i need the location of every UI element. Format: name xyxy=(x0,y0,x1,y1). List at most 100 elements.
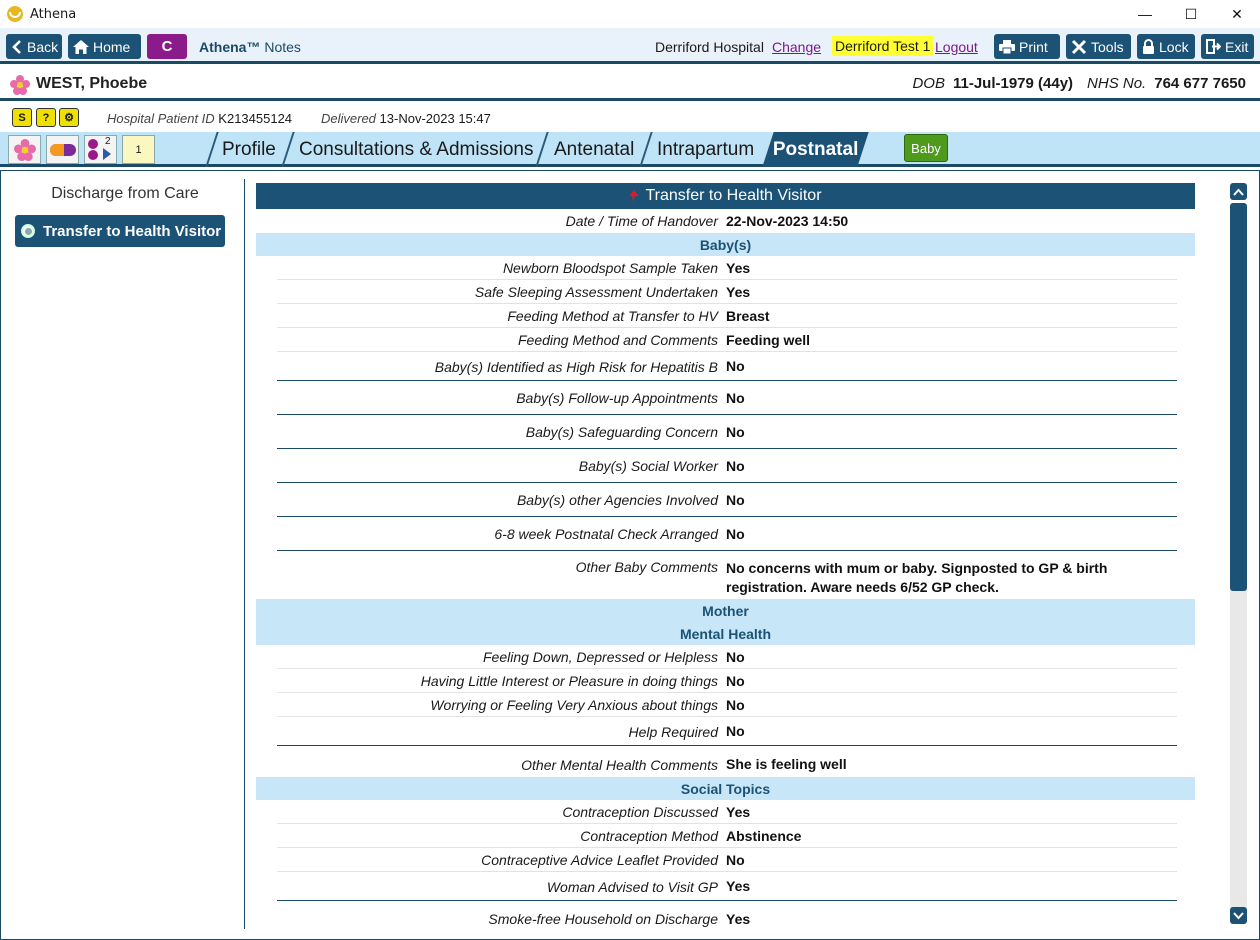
field-value: Yes xyxy=(726,283,751,300)
help-icon[interactable]: ? xyxy=(36,108,56,127)
tab-divider xyxy=(639,132,653,167)
tab-intrapartum[interactable]: Intrapartum xyxy=(657,132,754,167)
field-value: No xyxy=(726,696,745,713)
notes-icon: 1 xyxy=(135,143,142,156)
field-row: Feeling Down, Depressed or Helpless No xyxy=(256,645,1195,669)
scroll-up-button[interactable] xyxy=(1230,183,1247,200)
tab-divider xyxy=(281,132,295,167)
field-row: Contraception Method Abstinence xyxy=(256,824,1195,848)
athena-logo-icon xyxy=(7,6,23,22)
exit-button[interactable]: Exit xyxy=(1201,34,1254,59)
pregnancy-button[interactable]: 2 xyxy=(84,135,117,164)
lock-label: Lock xyxy=(1159,38,1189,55)
field-row: Contraceptive Advice Leaflet Provided No xyxy=(256,848,1195,872)
field-label: Other Baby Comments xyxy=(575,559,718,575)
field-value: Yes xyxy=(726,803,751,820)
tab-consultations-admissions[interactable]: Consultations & Admissions xyxy=(299,132,533,167)
home-button[interactable]: Home xyxy=(68,34,141,59)
window-titlebar: Athena — ☐ ✕ xyxy=(0,0,1260,28)
section-mental-health: Mental Health xyxy=(256,622,1195,645)
field-row: Newborn Bloodspot Sample Taken Yes xyxy=(256,256,1195,280)
chevron-down-icon xyxy=(1233,911,1244,919)
notes-button[interactable]: 1 xyxy=(122,135,155,164)
field-value: No xyxy=(726,389,745,406)
tools-button[interactable]: Tools xyxy=(1066,34,1131,59)
medication-button[interactable] xyxy=(46,135,79,164)
field-row: Safe Sleeping Assessment Undertaken Yes xyxy=(256,280,1195,304)
main-body: Discharge from Care Transfer to Health V… xyxy=(0,170,1260,940)
field-row: Smoke-free Household on Discharge Yes xyxy=(256,901,1195,931)
field-label: Safe Sleeping Assessment Undertaken xyxy=(474,284,718,300)
field-row: Baby(s) Identified as High Risk for Hepa… xyxy=(256,352,1195,381)
logout-link[interactable]: Logout xyxy=(935,39,978,55)
field-value: No xyxy=(726,358,745,374)
tab-postnatal-label: Postnatal xyxy=(772,138,859,160)
lock-button[interactable]: Lock xyxy=(1137,34,1195,59)
tab-profile[interactable]: Profile xyxy=(222,132,276,167)
field-row: 6-8 week Postnatal Check Arranged No xyxy=(256,517,1195,551)
baby-button[interactable]: Baby xyxy=(904,134,948,162)
section-social-topics: Social Topics xyxy=(256,777,1195,800)
nhs-value: 764 677 7650 xyxy=(1154,75,1246,92)
field-value: Yes xyxy=(726,878,751,894)
field-label: Having Little Interest or Pleasure in do… xyxy=(420,673,718,689)
delivered-info: Delivered 13-Nov-2023 15:47 xyxy=(321,111,491,126)
field-row: Other Mental Health Comments She is feeli… xyxy=(256,746,1195,777)
field-value: Yes xyxy=(726,259,751,276)
hospital-id: Hospital Patient ID K213455124 xyxy=(107,111,292,126)
tabs-row: 2 1 Profile Consultations & Admissions A… xyxy=(0,132,1260,167)
back-label: Back xyxy=(27,38,59,55)
print-button[interactable]: Print xyxy=(994,34,1060,59)
field-row: Feeding Method and Comments Feeding well xyxy=(256,328,1195,352)
window-controls: — ☐ ✕ xyxy=(1122,0,1260,28)
sidebar-item-transfer-to-health-visitor[interactable]: Transfer to Health Visitor xyxy=(15,215,225,247)
printer-icon xyxy=(999,39,1015,54)
field-label: Date / Time of Handover xyxy=(565,213,718,229)
tab-antenatal[interactable]: Antenatal xyxy=(554,132,634,167)
pin-icon xyxy=(629,190,640,202)
patient-identifiers: DOB 11-Jul-1979 (44y) NHS No. 764 677 76… xyxy=(912,75,1252,92)
form-header: Transfer to Health Visitor xyxy=(256,183,1195,209)
field-label: Newborn Bloodspot Sample Taken xyxy=(502,260,718,276)
pill-icon xyxy=(49,143,76,156)
scroll-thumb[interactable] xyxy=(1230,203,1247,591)
section-mother: Mother xyxy=(256,599,1195,622)
field-value: Abstinence xyxy=(726,827,802,844)
current-user: Derriford Test 1 xyxy=(832,36,934,56)
field-value: Breast xyxy=(726,307,770,324)
field-row: Woman Advised to Visit GP Yes xyxy=(256,872,1195,901)
dob-value: 11-Jul-1979 (44y) xyxy=(952,75,1074,92)
field-value: No xyxy=(726,491,745,508)
field-value: No xyxy=(726,457,745,474)
flower-button[interactable] xyxy=(8,135,41,164)
hospital-id-label: Hospital Patient ID xyxy=(107,111,215,126)
field-value: No xyxy=(726,648,745,665)
settings-icon[interactable]: ⚙ xyxy=(59,108,79,127)
vertical-scrollbar[interactable] xyxy=(1229,183,1247,928)
alert-s-icon[interactable]: S xyxy=(12,108,32,127)
c-button[interactable]: C xyxy=(147,34,187,59)
field-label: Baby(s) Follow-up Appointments xyxy=(516,390,718,406)
field-label: Woman Advised to Visit GP xyxy=(546,878,718,895)
field-row: Baby(s) other Agencies Involved No xyxy=(256,483,1195,517)
back-button[interactable]: Back xyxy=(6,34,62,59)
form-content: Transfer to Health Visitor Date / Time o… xyxy=(256,183,1195,939)
scroll-down-button[interactable] xyxy=(1230,907,1247,924)
field-row: Feeding Method at Transfer to HV Breast xyxy=(256,304,1195,328)
patient-name: WEST, Phoebe xyxy=(36,75,148,92)
delivered-label: Delivered xyxy=(321,111,376,126)
minimize-button[interactable]: — xyxy=(1122,0,1168,28)
hospital-name: Derriford Hospital xyxy=(655,39,764,55)
tab-postnatal[interactable]: Postnatal xyxy=(762,132,869,167)
field-row: Baby(s) Social Worker No xyxy=(256,449,1195,483)
field-value: 22-Nov-2023 14:50 xyxy=(726,212,849,229)
field-label: Contraception Discussed xyxy=(562,804,718,820)
delivered-value: 13-Nov-2023 15:47 xyxy=(379,111,491,126)
field-row: Worrying or Feeling Very Anxious about t… xyxy=(256,693,1195,717)
maximize-button[interactable]: ☐ xyxy=(1168,0,1214,28)
change-hospital-link[interactable]: Change xyxy=(772,39,821,55)
close-window-button[interactable]: ✕ xyxy=(1214,0,1260,28)
field-label: Feeding Method at Transfer to HV xyxy=(507,308,718,324)
tools-label: Tools xyxy=(1091,38,1124,55)
field-value: No xyxy=(726,672,745,689)
